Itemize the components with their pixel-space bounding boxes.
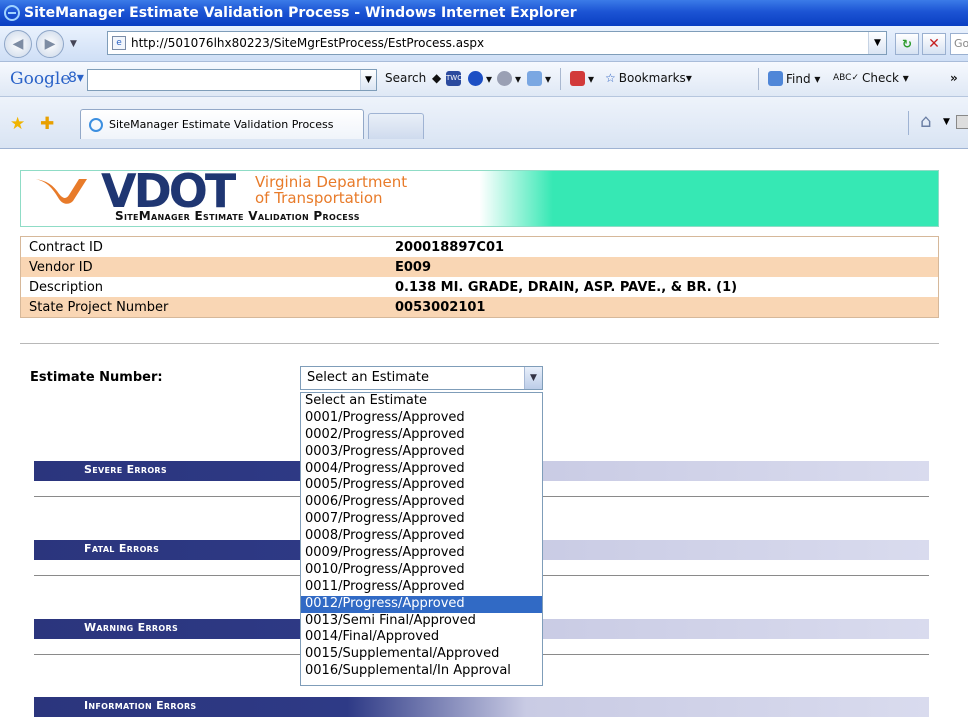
section-divider: [20, 343, 939, 344]
estimate-option[interactable]: 0004/Progress/Approved: [301, 461, 542, 478]
page-title: SiteManager Estimate Validation Process: [115, 209, 360, 223]
google-logo: Google: [10, 69, 71, 89]
estimate-select-value: Select an Estimate: [307, 370, 429, 385]
toolbar-divider: [560, 68, 561, 90]
window-title: SiteManager Estimate Validation Process …: [24, 5, 577, 21]
arrow-icon: ◆: [432, 71, 442, 85]
vdot-swoosh-icon: [31, 179, 87, 204]
estimate-option[interactable]: Select an Estimate: [301, 393, 542, 410]
google-search-input[interactable]: ▼: [87, 69, 377, 91]
estimate-option[interactable]: 0016/Supplemental/In Approval: [301, 663, 542, 680]
vdot-banner: VDOT Virginia Department of Transportati…: [20, 164, 939, 227]
spellcheck-icon: ABC✓: [833, 73, 859, 83]
estimate-dropdown-list[interactable]: Select an Estimate 0001/Progress/Approved…: [300, 392, 543, 686]
estimate-option[interactable]: 0012/Progress/Approved: [301, 595, 542, 613]
info-row-vendor-id: Vendor ID E009: [21, 257, 938, 277]
find-icon: [768, 71, 783, 86]
popup-blocker-icon[interactable]: ▾: [497, 71, 521, 86]
estimate-option[interactable]: 0005/Progress/Approved: [301, 477, 542, 494]
home-dropdown-icon[interactable]: ▼: [943, 117, 950, 127]
address-bar: ◀ ▶ ▼ e http://501076lhx80223/SiteMgrEst…: [0, 26, 968, 62]
new-tab-button[interactable]: [368, 113, 424, 139]
feeds-icon[interactable]: [956, 115, 968, 129]
stop-button[interactable]: ✕: [922, 33, 946, 55]
star-icon: ☆: [605, 71, 616, 85]
info-row-state-project-number: State Project Number 0053002101: [21, 297, 938, 317]
ie-logo-icon: [4, 5, 20, 21]
tab-bar: ★ ✚ SiteManager Estimate Validation Proc…: [0, 97, 968, 149]
back-button[interactable]: ◀: [4, 29, 32, 58]
google-g-menu-icon[interactable]: 8▾: [68, 70, 84, 86]
estimate-option[interactable]: 0011/Progress/Approved: [301, 579, 542, 596]
vdot-department-name: Virginia Department of Transportation: [255, 173, 408, 207]
toolbar-divider: [758, 68, 759, 90]
live-search-input[interactable]: Googl: [950, 33, 968, 55]
estimate-option[interactable]: 0008/Progress/Approved: [301, 528, 542, 545]
chevron-down-icon[interactable]: ▼: [524, 367, 542, 389]
window-titlebar: SiteManager Estimate Validation Process …: [0, 0, 968, 26]
contract-info-table: Contract ID 200018897C01 Vendor ID E009 …: [20, 236, 939, 318]
information-errors-header: Information Errors: [34, 697, 929, 717]
page-icon: e: [112, 36, 126, 50]
add-favorites-icon[interactable]: ✚: [40, 114, 54, 134]
ie-tab-icon: [89, 117, 103, 132]
autofill-icon[interactable]: ▾: [570, 71, 594, 86]
info-row-contract-id: Contract ID 200018897C01: [29, 239, 505, 255]
tab-estimate-validation[interactable]: SiteManager Estimate Validation Process: [80, 109, 364, 139]
estimate-option[interactable]: 0015/Supplemental/Approved: [301, 646, 542, 663]
spellcheck-button[interactable]: ABC✓ Check ▾: [833, 71, 909, 85]
toolbar-divider: [908, 111, 909, 135]
home-icon[interactable]: ⌂: [920, 111, 931, 132]
url-dropdown-icon[interactable]: ▼: [868, 32, 886, 54]
bookmarks-button[interactable]: ☆ Bookmarks ▾: [605, 71, 692, 85]
estimate-option[interactable]: 0001/Progress/Approved: [301, 410, 542, 427]
forward-button[interactable]: ▶: [36, 29, 64, 58]
estimate-option[interactable]: 0003/Progress/Approved: [301, 444, 542, 461]
find-button[interactable]: Find ▾: [768, 71, 820, 86]
toolbar-overflow-button[interactable]: »: [950, 71, 958, 85]
google-search-dropdown-icon[interactable]: ▼: [360, 70, 376, 90]
history-dropdown-icon[interactable]: ▼: [70, 39, 77, 49]
vdot-logo-text: VDOT: [101, 164, 236, 218]
cross-icon[interactable]: ▾: [527, 71, 551, 86]
pagerank-icon[interactable]: ▾: [468, 71, 492, 86]
estimate-number-label: Estimate Number:: [30, 370, 163, 385]
estimate-option[interactable]: 0009/Progress/Approved: [301, 545, 542, 562]
estimate-option[interactable]: 0010/Progress/Approved: [301, 562, 542, 579]
google-search-button[interactable]: Search: [385, 71, 426, 85]
url-text: http://501076lhx80223/SiteMgrEstProcess/…: [131, 36, 485, 50]
info-row-description: Description 0.138 MI. GRADE, DRAIN, ASP.…: [29, 279, 738, 295]
refresh-button[interactable]: ↻: [895, 33, 919, 55]
google-toolbar: Google 8▾ ▼ Search ◆ TWC ▾ ▾ ▾ ▾ ☆ Bookm…: [0, 62, 968, 97]
estimate-select[interactable]: Select an Estimate ▼: [300, 366, 543, 390]
url-input[interactable]: e http://501076lhx80223/SiteMgrEstProces…: [107, 31, 887, 55]
estimate-option[interactable]: 0013/Semi Final/Approved: [301, 613, 542, 630]
estimate-option[interactable]: 0007/Progress/Approved: [301, 511, 542, 528]
twc-icon[interactable]: TWC: [446, 71, 464, 86]
estimate-option[interactable]: 0006/Progress/Approved: [301, 494, 542, 511]
favorites-star-icon[interactable]: ★: [10, 114, 25, 134]
estimate-option[interactable]: 0002/Progress/Approved: [301, 427, 542, 444]
tab-label: SiteManager Estimate Validation Process: [109, 118, 334, 131]
estimate-option[interactable]: 0014/Final/Approved: [301, 629, 542, 646]
